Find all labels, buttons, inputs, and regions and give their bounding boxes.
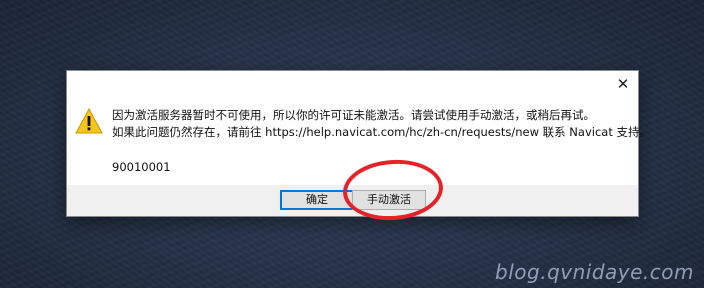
close-icon: ✕ [616,75,630,93]
error-message: 因为激活服务器暂时不可使用，所以你的许可证未能激活。请尝试使用手动激活，或稍后再… [112,107,651,141]
dialog-content: 因为激活服务器暂时不可使用，所以你的许可证未能激活。请尝试使用手动激活，或稍后再… [67,97,651,187]
dialog-button-bar: 确定 手动激活 [67,185,638,216]
warning-icon [75,108,103,134]
manual-activate-button[interactable]: 手动激活 [352,190,426,210]
error-dialog: ✕ 因为激活服务器暂时不可使用，所以你的许可证未能激活。请尝试使用手动激活，或稍… [66,70,651,217]
message-line-2: 如果此问题仍然存在，请前往 https://help.navicat.com/h… [112,125,651,139]
ok-button[interactable]: 确定 [280,190,354,210]
dialog-titlebar: ✕ [67,71,638,97]
close-button[interactable]: ✕ [608,71,638,97]
watermark: blog.qvnidaye.com [495,260,694,284]
error-code: 90010001 [112,160,171,174]
message-line-1: 因为激活服务器暂时不可使用，所以你的许可证未能激活。请尝试使用手动激活，或稍后再… [112,108,595,122]
